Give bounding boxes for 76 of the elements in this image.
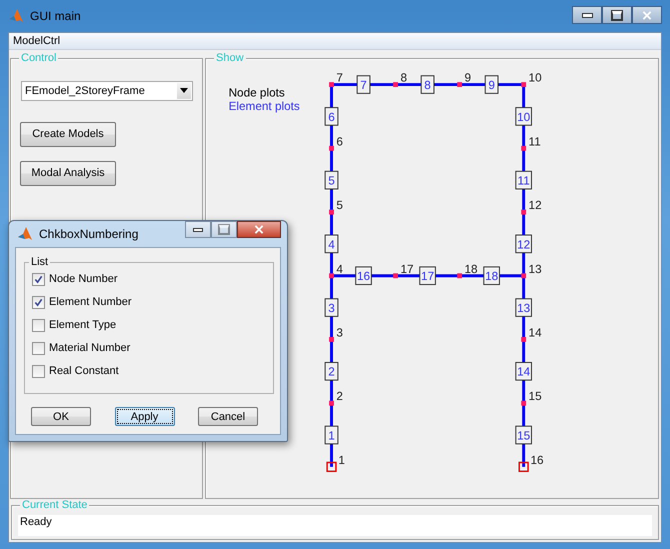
element-tag: 15 <box>515 425 532 444</box>
status-field: Ready <box>18 514 652 536</box>
node-number: 18 <box>464 262 478 276</box>
minimize-button[interactable] <box>185 221 211 238</box>
action-button[interactable]: Create Models <box>20 122 116 146</box>
element-tag: 17 <box>419 266 436 285</box>
panel-title: Current State <box>20 498 90 511</box>
checkbox[interactable] <box>32 296 45 308</box>
window-title: GUI main <box>30 9 81 23</box>
group-title: List <box>29 256 50 268</box>
close-button[interactable] <box>237 221 281 238</box>
element-tag: 14 <box>515 361 532 380</box>
app-logo-icon <box>8 8 24 24</box>
element-tag: 18 <box>483 266 500 285</box>
legend-label: Node plots <box>228 86 285 99</box>
maximize-icon <box>612 10 622 20</box>
node-number: 12 <box>528 198 542 212</box>
node-number: 10 <box>528 71 542 84</box>
node-number: 13 <box>528 262 542 276</box>
node-number: 4 <box>336 262 343 276</box>
element-tag: 6 <box>324 106 338 126</box>
app-logo-icon <box>17 226 33 242</box>
node-number: 15 <box>528 390 542 403</box>
checkbox[interactable] <box>32 318 45 332</box>
node-number: 9 <box>464 71 472 84</box>
dialog-button[interactable]: Cancel <box>198 407 258 426</box>
option-label[interactable]: Material Number <box>49 342 130 354</box>
minimize-button[interactable] <box>572 6 602 24</box>
element-tag: 12 <box>515 234 532 253</box>
model-dropdown[interactable]: FEmodel_2StoreyFrame <box>21 80 193 100</box>
node-number: 6 <box>336 134 343 148</box>
minimize-icon <box>193 228 203 232</box>
option-label[interactable]: Node Number <box>49 273 118 285</box>
dialog-button[interactable]: Apply <box>114 407 174 426</box>
node-number: 16 <box>530 453 544 466</box>
node-number: 8 <box>400 71 407 84</box>
checkbox[interactable] <box>32 272 45 286</box>
maximize-icon <box>219 225 229 234</box>
action-button[interactable]: Modal Analysis <box>20 160 116 186</box>
element-tag: 4 <box>324 234 338 253</box>
dialog-title: ChkboxNumbering <box>39 227 138 241</box>
option-label[interactable]: Element Number <box>49 296 132 308</box>
maximize-button[interactable] <box>602 6 632 24</box>
node-number: 5 <box>336 198 343 212</box>
element-tag: 10 <box>515 106 532 126</box>
element-tag: 2 <box>324 361 338 380</box>
node-number: 11 <box>528 134 541 148</box>
element-tag: 8 <box>420 74 434 94</box>
node-number: 7 <box>336 71 343 84</box>
element-tag: 13 <box>515 298 532 316</box>
panel-title: Show <box>214 52 246 64</box>
element-tag: 11 <box>515 170 532 189</box>
panel-title: Control <box>19 52 58 64</box>
checkbox[interactable] <box>32 364 45 378</box>
option-label[interactable]: Real Constant <box>49 365 119 377</box>
minimize-icon <box>582 12 592 18</box>
element-tag: 1 <box>324 425 338 444</box>
node-number: 17 <box>400 262 414 276</box>
node-number: 1 <box>338 453 345 466</box>
checkbox[interactable] <box>32 342 45 354</box>
option-label[interactable]: Element Type <box>49 319 116 331</box>
node-number: 14 <box>528 326 542 339</box>
close-button[interactable] <box>632 6 662 24</box>
element-tag: 9 <box>484 74 498 94</box>
node-number: 2 <box>336 390 343 403</box>
element-tag: 5 <box>324 170 338 189</box>
dialog-button[interactable]: OK <box>31 407 91 426</box>
close-icon <box>254 225 264 234</box>
legend-label: Element plots <box>228 100 300 113</box>
element-tag: 16 <box>355 266 372 285</box>
element-tag: 3 <box>324 298 338 316</box>
caret-icon <box>180 88 188 93</box>
node-number: 3 <box>336 326 343 339</box>
menu-item[interactable]: ModelCtrl <box>12 34 62 47</box>
close-icon <box>642 10 652 20</box>
element-tag: 7 <box>356 74 370 94</box>
